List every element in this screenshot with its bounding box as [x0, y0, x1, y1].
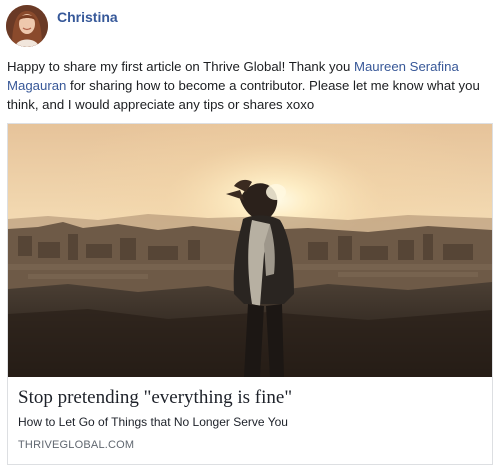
avatar-portrait	[6, 5, 48, 47]
post-text-part-2: for sharing how to become a contributor.…	[7, 78, 480, 112]
post-header: Christina	[6, 5, 118, 49]
facebook-post: Christina Happy to share my first articl…	[0, 0, 500, 470]
post-text-part-1: Happy to share my first article on Thriv…	[7, 59, 354, 74]
sunset-city-photo	[8, 124, 492, 377]
author-name-link[interactable]: Christina	[57, 9, 118, 25]
author-avatar[interactable]	[6, 5, 48, 47]
link-preview-card[interactable]: Stop pretending "everything is fine" How…	[7, 123, 493, 465]
link-description: How to Let Go of Things that No Longer S…	[18, 415, 288, 429]
link-title[interactable]: Stop pretending "everything is fine"	[18, 386, 482, 409]
post-body-text: Happy to share my first article on Thriv…	[7, 57, 493, 114]
link-preview-image[interactable]	[8, 124, 492, 377]
link-preview-meta: Stop pretending "everything is fine" How…	[8, 377, 492, 452]
link-domain: THRIVEGLOBAL.COM	[18, 439, 135, 451]
